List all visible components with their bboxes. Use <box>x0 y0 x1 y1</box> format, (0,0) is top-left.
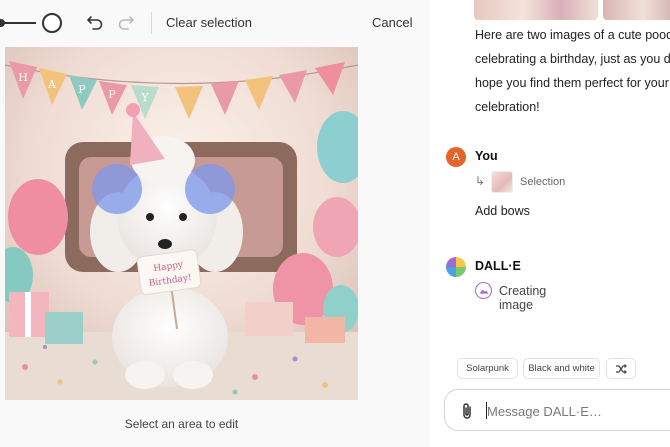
assistant-name: DALL·E <box>475 259 521 273</box>
cancel-button[interactable]: Cancel <box>372 15 412 30</box>
chat-panel: Here are two images of a cute poodle cel… <box>430 0 670 447</box>
toolbar-divider <box>151 12 152 34</box>
image-generating-icon <box>475 282 492 299</box>
reply-arrow-icon: ↳ <box>475 174 486 188</box>
gift-box-left-2 <box>45 312 83 344</box>
dalle-avatar <box>446 257 466 277</box>
birthday-sign: Happy Birthday! <box>136 249 202 295</box>
editable-image[interactable]: H A P P Y Happy Birthday! <box>5 47 358 400</box>
svg-text:P: P <box>108 88 116 101</box>
gift-box-right <box>245 302 293 336</box>
selection-mark-right[interactable] <box>185 164 235 214</box>
poodle-paw-right <box>173 361 213 389</box>
user-name: You <box>475 149 498 163</box>
balloon-pink-left <box>8 179 68 255</box>
editor-toolbar: Clear selection Cancel <box>0 0 430 46</box>
message-composer <box>444 389 670 431</box>
assistant-text-line: Here are two images of a cute poodle <box>475 28 670 42</box>
assistant-text-line: hope you find them perfect for your <box>475 76 669 90</box>
generated-image-thumbnail-1[interactable] <box>474 0 598 20</box>
message-input[interactable] <box>487 399 667 423</box>
svg-text:Y: Y <box>140 91 149 104</box>
suggestion-chip-solarpunk[interactable]: Solarpunk <box>457 358 518 379</box>
party-hat-pompom <box>126 103 140 117</box>
gift-box-right-2 <box>305 317 345 343</box>
gift-ribbon <box>25 292 31 337</box>
suggestion-chip-black-and-white[interactable]: Black and white <box>523 358 600 379</box>
user-avatar: A <box>446 147 466 167</box>
assistant-text-line: celebrating a birthday, just as you de <box>475 52 670 66</box>
poodle-eye-right <box>179 213 187 221</box>
user-message: Add bows <box>475 204 530 218</box>
selection-mark-left[interactable] <box>92 164 142 214</box>
svg-text:P: P <box>78 83 86 96</box>
shuffle-suggestions-button[interactable] <box>606 358 636 379</box>
brush-size-slider-track[interactable] <box>0 22 36 24</box>
paperclip-icon[interactable] <box>459 402 475 420</box>
clear-selection-button[interactable]: Clear selection <box>166 15 252 30</box>
brush-size-slider-knob[interactable] <box>42 13 62 33</box>
poodle-birthday-image[interactable]: H A P P Y Happy Birthday! <box>5 47 358 400</box>
selection-label: Selection <box>520 176 566 188</box>
selection-thumbnail <box>491 171 513 193</box>
svg-text:A: A <box>47 78 57 91</box>
poodle-eye-left <box>146 213 154 221</box>
redo-icon[interactable] <box>116 12 136 32</box>
assistant-text-line: celebration! <box>475 100 540 114</box>
undo-icon[interactable] <box>85 12 105 32</box>
brush-size-slider-min <box>0 19 5 27</box>
edit-hint: Select an area to edit <box>124 417 239 431</box>
poodle-paw-left <box>125 361 165 389</box>
svg-text:H: H <box>18 71 28 84</box>
generated-image-thumbnail-2[interactable] <box>603 0 670 20</box>
poodle-nose <box>158 239 172 249</box>
image-editor-panel: Clear selection Cancel H A P P Y Happy B… <box>0 0 430 447</box>
creating-image-label: Creating image <box>499 284 547 312</box>
shuffle-icon <box>616 364 627 374</box>
